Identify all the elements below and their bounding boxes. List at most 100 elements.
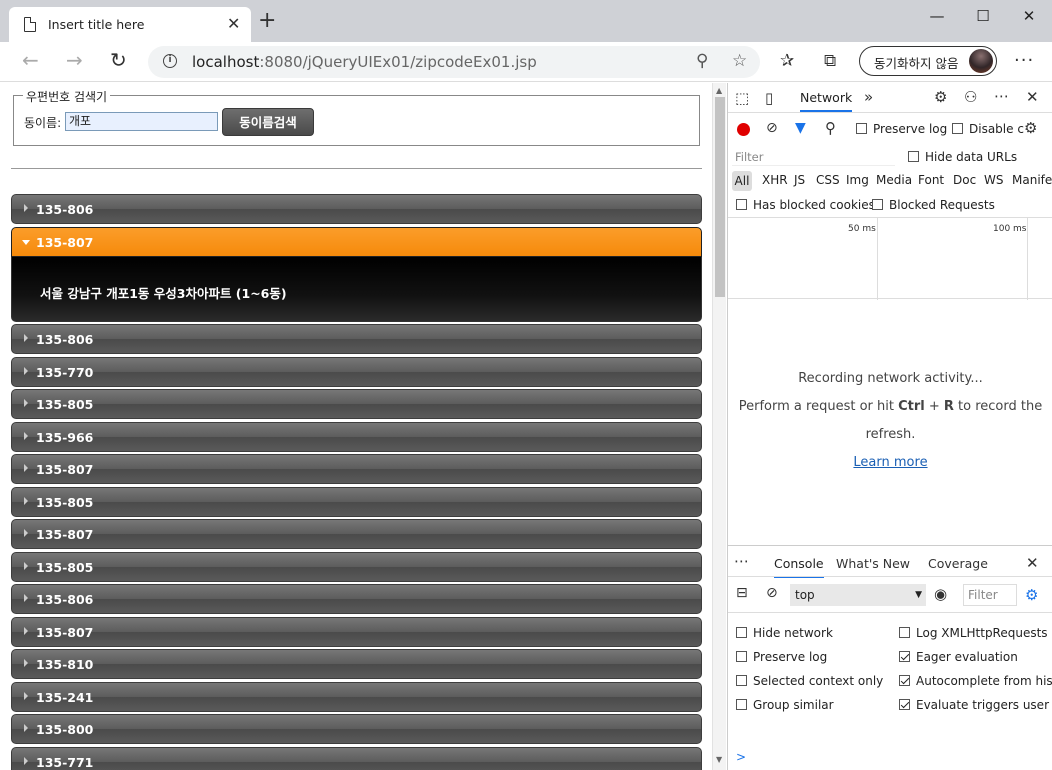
preserve-log-checkbox[interactable] [856, 123, 867, 134]
drawer-divider [728, 576, 1052, 577]
divider [11, 168, 702, 169]
console-option-checkbox[interactable] [736, 651, 747, 662]
accordion-header[interactable]: 135-807 [11, 519, 702, 549]
favorite-star-icon[interactable]: ☆ [732, 51, 747, 71]
tab-coverage[interactable]: Coverage [928, 556, 988, 571]
type-filter-js[interactable]: JS [794, 173, 805, 187]
scrollbar-thumb[interactable] [715, 97, 725, 297]
console-option-checkbox[interactable] [736, 675, 747, 686]
accordion-header[interactable]: 135-806 [11, 584, 702, 614]
zipcode-label: 135-770 [36, 364, 94, 380]
address-toolbar: ← → ↻ i localhost:8080/jQueryUIEx01/zipc… [0, 42, 1052, 82]
context-select[interactable]: top ▼ [790, 584, 926, 606]
hide-data-urls-checkbox[interactable] [908, 151, 919, 162]
type-filter-ws[interactable]: WS [984, 173, 1003, 187]
has-blocked-cookies-checkbox[interactable] [736, 199, 747, 210]
feedback-icon[interactable]: ⚇ [964, 88, 977, 106]
accordion-header[interactable]: 135-770 [11, 356, 702, 387]
disable-cache-checkbox[interactable] [952, 123, 963, 134]
blocked-requests-checkbox[interactable] [872, 199, 883, 210]
drawer-menu-icon[interactable]: ⋯ [734, 552, 749, 570]
triangle-right-icon [24, 366, 28, 375]
type-filter-doc[interactable]: Doc [953, 173, 976, 187]
network-timeline[interactable]: 50 ms 100 ms [728, 217, 1052, 300]
network-settings-icon[interactable]: ⚙ [1024, 119, 1037, 137]
accordion-header[interactable]: 135-810 [11, 649, 702, 679]
settings-gear-icon[interactable]: ⚙ [934, 88, 947, 106]
url-text[interactable]: localhost:8080/jQueryUIEx01/zipcodeEx01.… [192, 53, 537, 71]
close-drawer-icon[interactable]: ✕ [1026, 554, 1039, 572]
filter-funnel-icon[interactable]: ▼ [795, 120, 806, 136]
refresh-icon[interactable]: ↻ [110, 48, 127, 72]
console-option-checkbox[interactable] [899, 699, 910, 710]
console-option-checkbox[interactable] [899, 675, 910, 686]
network-filter-input[interactable]: Filter [732, 148, 895, 166]
zoom-icon[interactable]: ⚲ [696, 51, 708, 71]
accordion-header[interactable]: 135-806 [11, 194, 702, 224]
accordion-header[interactable]: 135-807 [11, 616, 702, 647]
tab-whats-new[interactable]: What's New [836, 556, 910, 571]
type-filter-media[interactable]: Media [876, 173, 912, 187]
triangle-right-icon [24, 691, 28, 700]
console-option-checkbox[interactable] [736, 627, 747, 638]
accordion-header[interactable]: 135-805 [11, 389, 702, 419]
dong-input[interactable]: 개포 [65, 112, 218, 131]
accordion-header[interactable]: 135-800 [11, 714, 702, 744]
console-prompt[interactable]: > [736, 750, 746, 764]
scroll-up-icon[interactable]: ▲ [716, 86, 722, 95]
accordion-header[interactable]: 135-805 [11, 551, 702, 582]
dong-search-button[interactable]: 동이름검색 [222, 108, 314, 136]
record-icon[interactable] [737, 123, 750, 136]
profile-sync-button[interactable]: 동기화하지 않음 [859, 46, 997, 76]
search-icon[interactable]: ⚲ [825, 119, 836, 137]
close-tab-icon[interactable]: ✕ [227, 14, 240, 33]
more-tabs-icon[interactable]: » [864, 88, 873, 106]
accordion-header[interactable]: 135-966 [11, 421, 702, 452]
scroll-down-icon[interactable]: ▼ [716, 755, 722, 764]
minimize-icon[interactable]: — [914, 4, 960, 30]
forward-icon[interactable]: → [66, 48, 83, 72]
sidebar-toggle-icon[interactable]: ⊟ [736, 585, 748, 601]
close-devtools-icon[interactable]: ✕ [1026, 88, 1039, 106]
device-toolbar-icon[interactable]: ▯ [765, 89, 773, 107]
zipcode-label: 135-966 [36, 429, 94, 445]
tab-console[interactable]: Console [774, 556, 824, 578]
inspect-element-icon[interactable]: ⬚ [735, 89, 749, 107]
page-scrollbar[interactable]: ▲ ▼ [712, 83, 726, 770]
maximize-icon[interactable]: ☐ [960, 4, 1006, 30]
type-filter-font[interactable]: Font [918, 173, 944, 187]
console-option-checkbox[interactable] [899, 627, 910, 638]
console-filter-input[interactable]: Filter [963, 584, 1017, 606]
info-icon[interactable]: i [163, 54, 177, 68]
back-icon[interactable]: ← [22, 48, 39, 72]
close-window-icon[interactable]: ✕ [1006, 4, 1052, 30]
triangle-right-icon [24, 334, 28, 342]
tab-network[interactable]: Network [800, 90, 853, 112]
console-option-checkbox[interactable] [736, 699, 747, 710]
live-expression-eye-icon[interactable]: ◉ [934, 585, 947, 603]
accordion-header[interactable]: 135-807 [11, 226, 702, 257]
accordion-header[interactable]: 135-241 [11, 681, 702, 712]
type-filter-xhr[interactable]: XHR [762, 173, 788, 187]
browser-tab[interactable]: Insert title here ✕ [9, 7, 251, 42]
learn-more-link[interactable]: Learn more [853, 455, 927, 470]
clear-console-icon[interactable]: ⊘ [766, 585, 778, 601]
new-tab-icon[interactable]: + [258, 10, 276, 32]
console-option-checkbox[interactable] [899, 651, 910, 662]
type-filter-all[interactable]: All [732, 171, 752, 191]
console-settings-icon[interactable]: ⚙ [1025, 586, 1038, 604]
favorites-icon[interactable]: ✰ [780, 51, 794, 71]
devtools-more-icon[interactable]: ⋯ [994, 87, 1009, 105]
type-filter-manifest[interactable]: Manifes [1012, 173, 1052, 187]
clear-icon[interactable]: ⊘ [766, 120, 778, 136]
type-filter-css[interactable]: CSS [816, 173, 840, 187]
accordion-header[interactable]: 135-771 [11, 746, 702, 770]
console-option-label: Preserve log [753, 650, 828, 664]
settings-more-icon[interactable]: ··· [1014, 50, 1034, 71]
accordion-header[interactable]: 135-807 [11, 454, 702, 484]
address-bar[interactable]: i localhost:8080/jQueryUIEx01/zipcodeEx0… [148, 46, 760, 78]
type-filter-img[interactable]: Img [846, 173, 869, 187]
collections-icon[interactable]: ⧉ [824, 51, 836, 71]
accordion-header[interactable]: 135-805 [11, 486, 702, 517]
accordion-header[interactable]: 135-806 [11, 324, 702, 354]
